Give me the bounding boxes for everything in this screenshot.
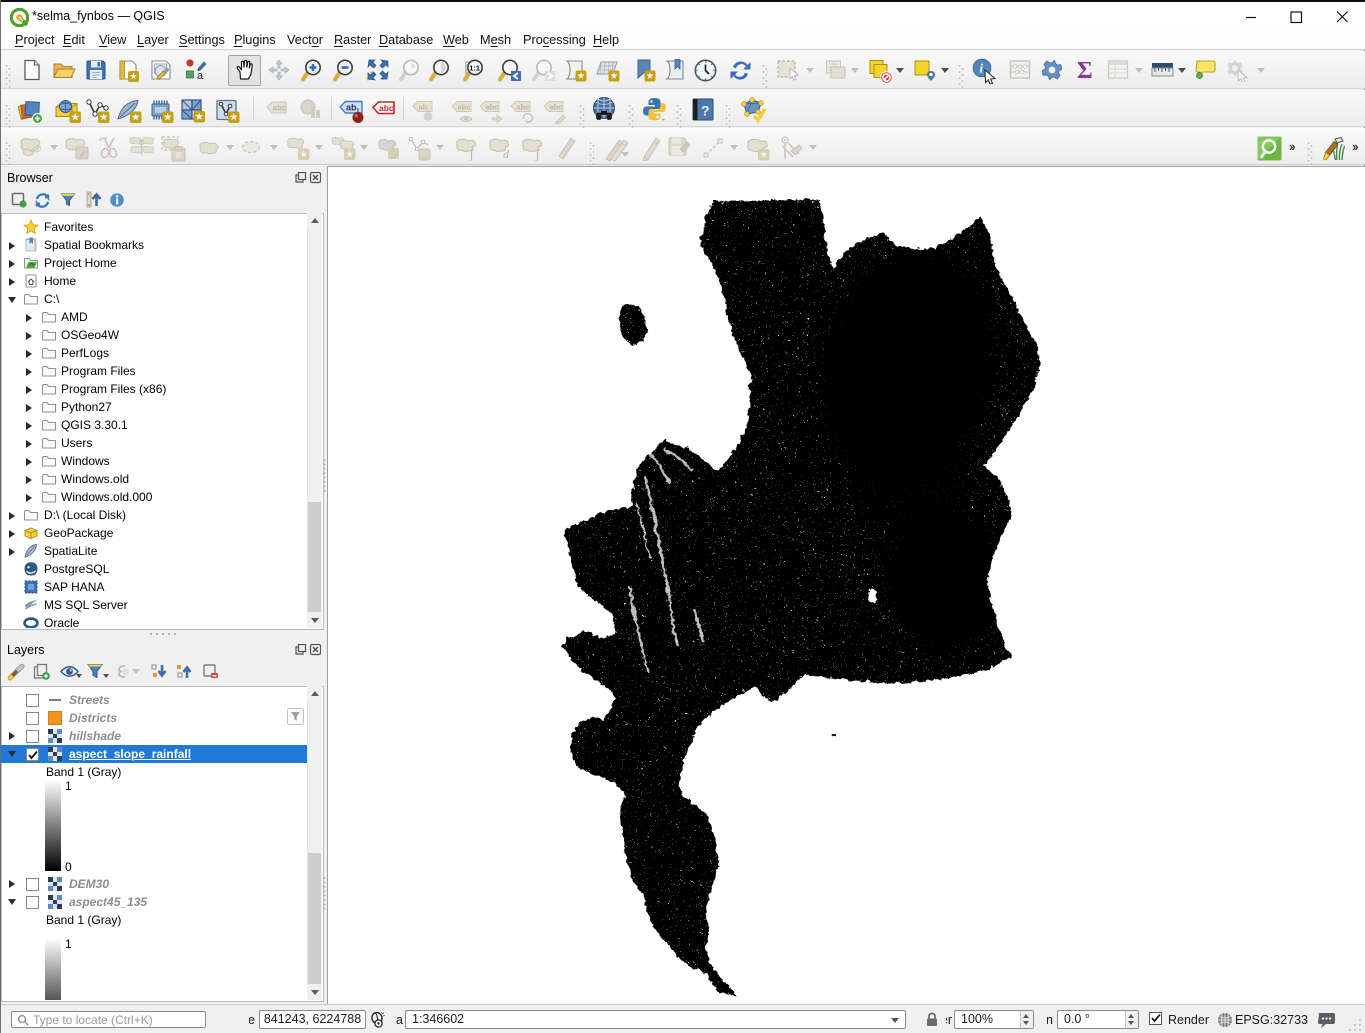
- svg-text:a: a: [197, 70, 204, 82]
- svg-text:abc: abc: [517, 103, 530, 112]
- svg-text:d: d: [503, 147, 510, 161]
- svg-text:abc: abc: [379, 103, 394, 113]
- svg-text:?: ?: [701, 103, 710, 119]
- svg-text:1:1: 1:1: [469, 64, 480, 73]
- svg-text:abc: abc: [273, 104, 287, 113]
- svg-text:Σ: Σ: [1077, 58, 1093, 82]
- svg-text:∫: ∫: [535, 147, 540, 161]
- svg-text:abc: abc: [486, 103, 499, 112]
- svg-text:ab: ab: [419, 103, 428, 112]
- svg-text:∫: ∫: [469, 147, 474, 161]
- svg-text:abc: abc: [550, 103, 563, 112]
- svg-text:ab: ab: [346, 103, 357, 113]
- svg-text:i: i: [980, 61, 984, 76]
- svg-text:abc: abc: [458, 103, 471, 112]
